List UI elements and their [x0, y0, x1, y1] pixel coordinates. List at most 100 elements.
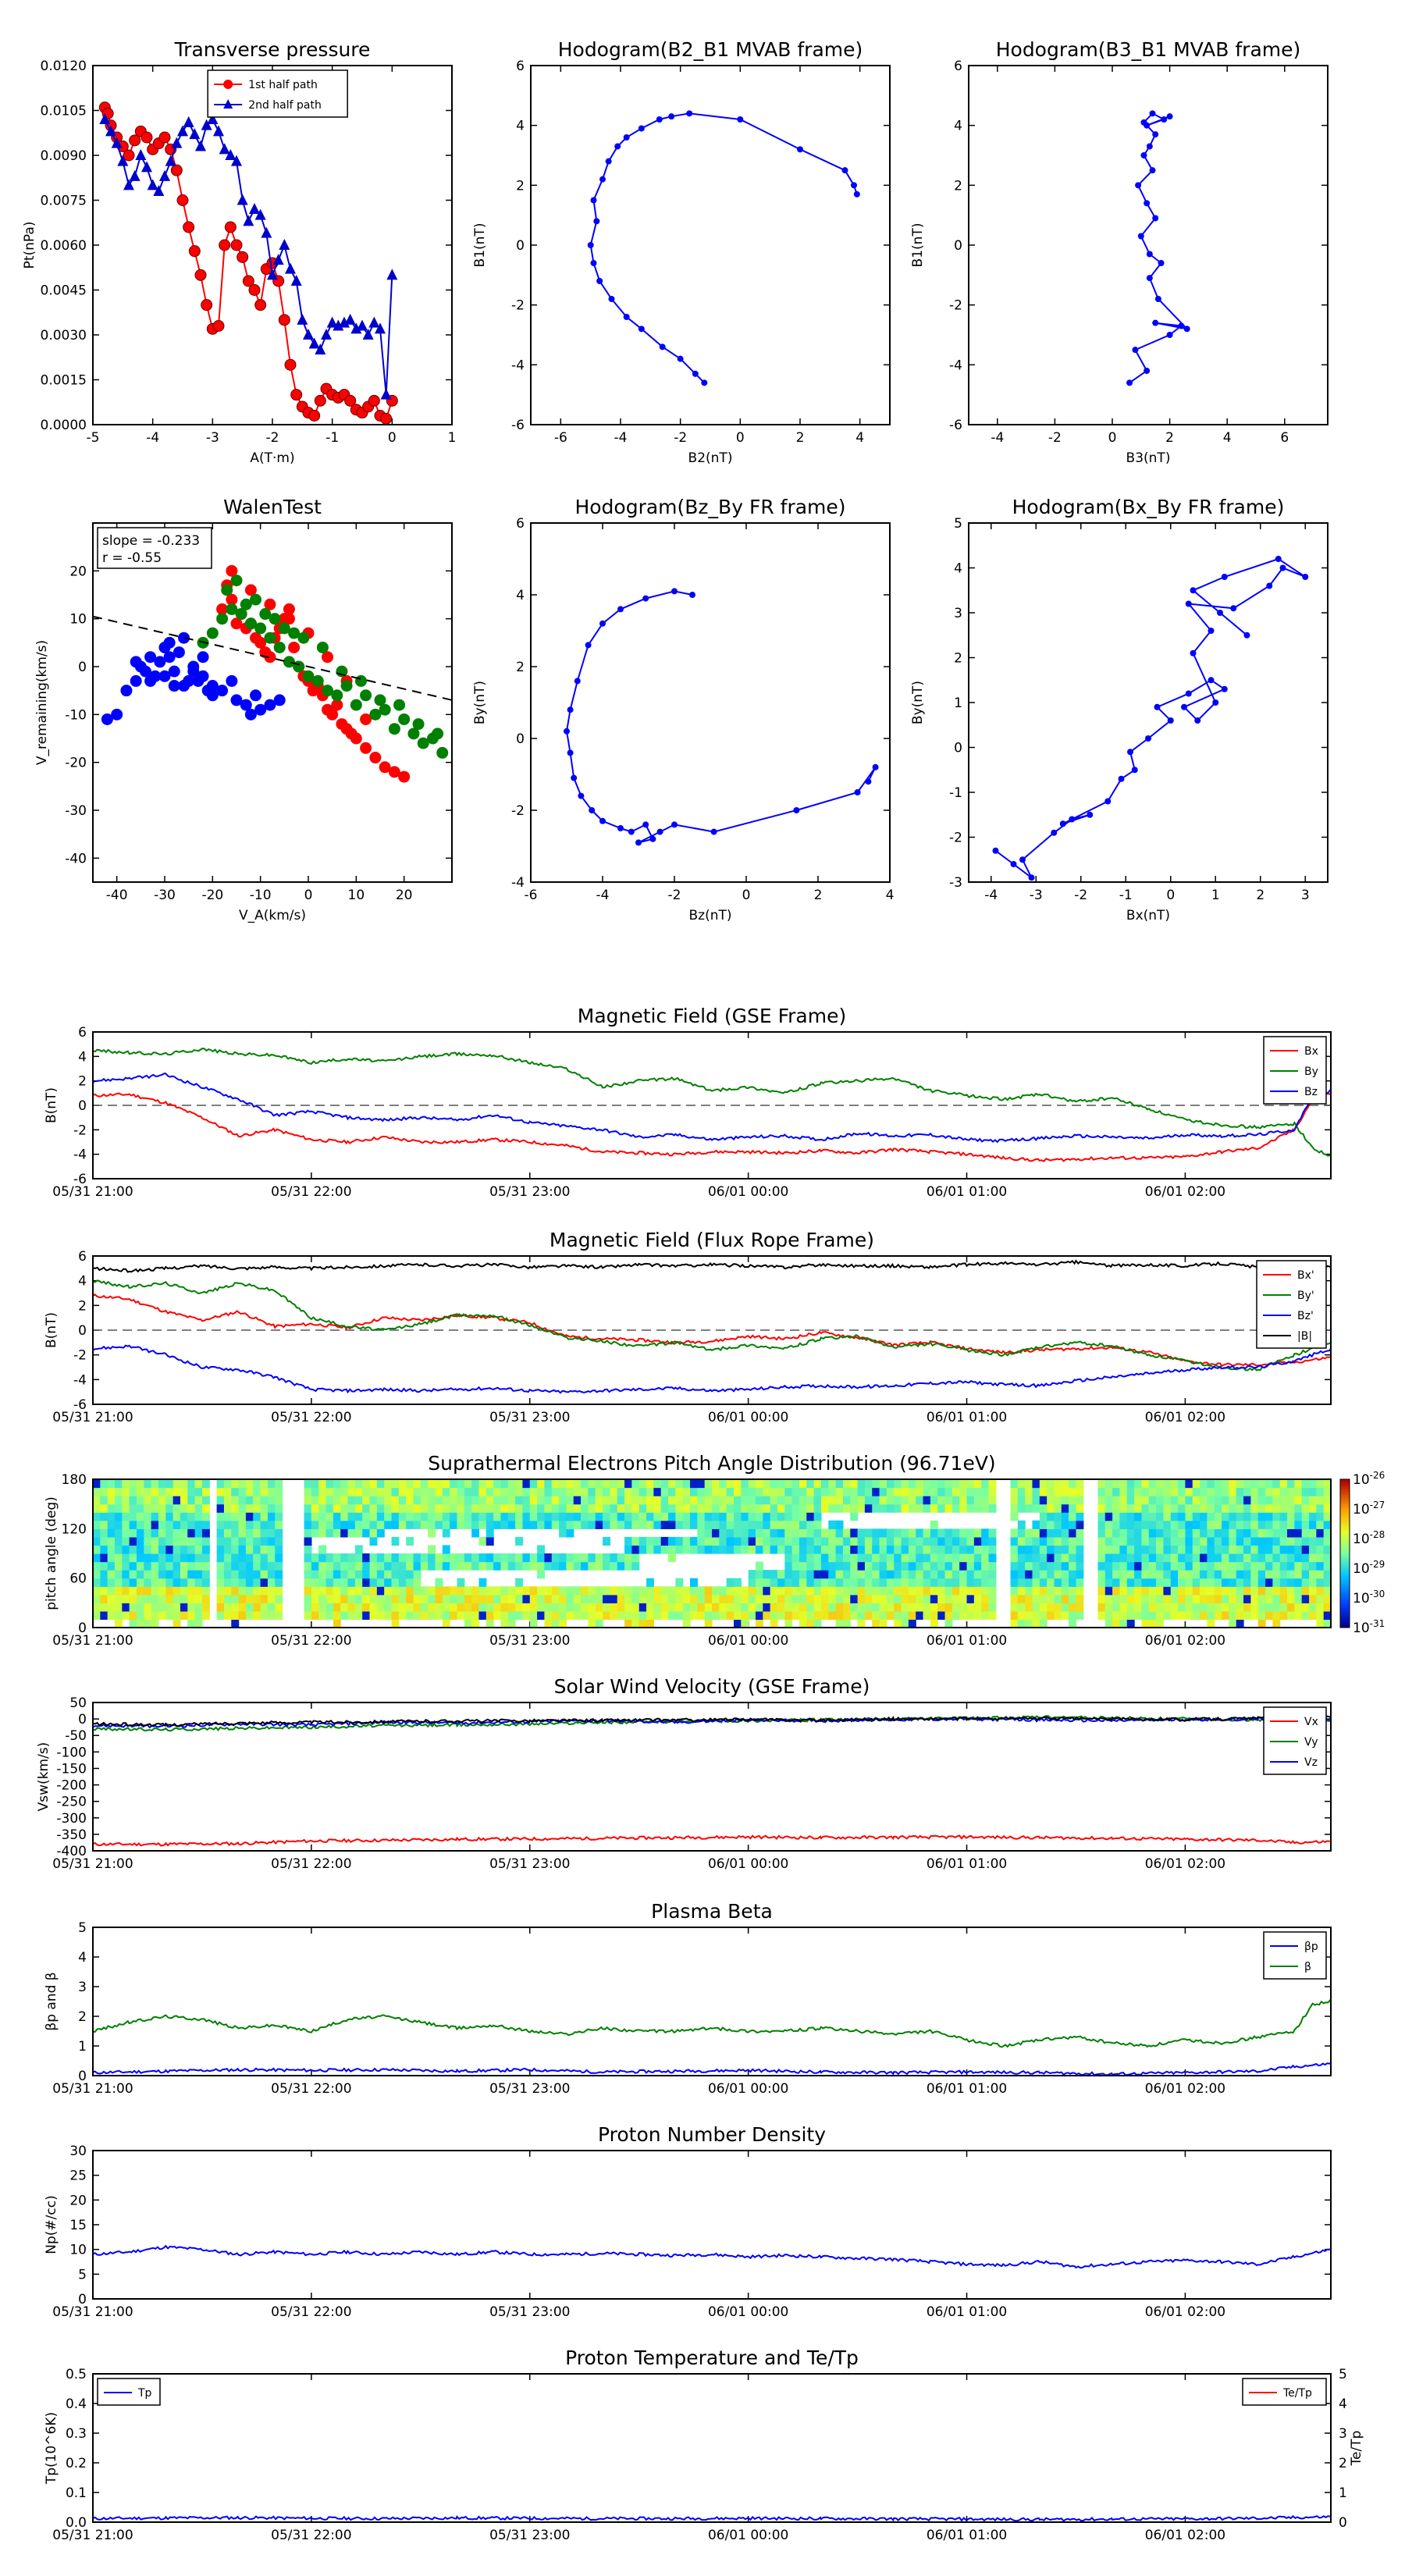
- heatmap-cell: [944, 1570, 953, 1579]
- y-tick-label: 0: [78, 1712, 87, 1727]
- heatmap-cell: [1236, 1496, 1244, 1505]
- heatmap-cell: [588, 1619, 596, 1628]
- y-tick-label: -3: [949, 875, 962, 891]
- heatmap-cell: [660, 1512, 669, 1521]
- heatmap-cell: [537, 1503, 546, 1513]
- heatmap-cell: [1148, 1479, 1157, 1489]
- heatmap-cell: [697, 1528, 706, 1538]
- heatmap-cell: [318, 1496, 327, 1505]
- heatmap-cell: [610, 1496, 618, 1505]
- heatmap-cell: [712, 1610, 720, 1621]
- heatmap-cell: [923, 1610, 931, 1621]
- heatmap-cell: [253, 1512, 261, 1521]
- heatmap-cell: [311, 1603, 319, 1612]
- heatmap-cell: [894, 1545, 902, 1554]
- heatmap-cell: [820, 1594, 829, 1603]
- series-marker: [1161, 116, 1168, 123]
- heatmap-cell: [879, 1610, 887, 1621]
- chart-title: Hodogram(Bz_By FR frame): [574, 496, 845, 518]
- heatmap-cell: [398, 1520, 407, 1529]
- heatmap-cell: [1207, 1570, 1215, 1579]
- heatmap-cell: [799, 1503, 807, 1513]
- heatmap-cell: [1134, 1603, 1143, 1612]
- heatmap-cell: [325, 1479, 334, 1489]
- heatmap-cell: [478, 1578, 487, 1587]
- heatmap-cell: [122, 1512, 130, 1521]
- heatmap-cell: [136, 1603, 144, 1612]
- heatmap-cell: [100, 1528, 108, 1538]
- heatmap-cell: [1039, 1545, 1048, 1554]
- y-tick-label: 2: [78, 1298, 87, 1314]
- heatmap-cell: [857, 1570, 866, 1579]
- series-marker: [689, 592, 695, 598]
- heatmap-cell: [1250, 1553, 1259, 1563]
- heatmap-cell: [1010, 1545, 1019, 1554]
- heatmap-cell: [988, 1586, 997, 1596]
- heatmap-cell: [551, 1520, 560, 1529]
- heatmap-cell: [486, 1610, 494, 1621]
- heatmap-cell: [1156, 1479, 1165, 1489]
- heatmap-cell: [515, 1610, 524, 1621]
- heatmap-cell: [1265, 1586, 1273, 1596]
- heatmap-cell: [478, 1594, 487, 1603]
- heatmap-cell: [122, 1553, 130, 1563]
- heatmap-cell: [1141, 1487, 1150, 1496]
- heatmap-cell: [180, 1520, 188, 1529]
- heatmap-cell: [944, 1479, 953, 1489]
- heatmap-cell: [486, 1553, 494, 1563]
- y-axis-label: B1(nT): [472, 223, 488, 268]
- heatmap-cell: [1170, 1578, 1179, 1587]
- colorbar-tick-label: 10-31: [1353, 1618, 1385, 1636]
- heatmap-cell: [973, 1528, 982, 1538]
- heatmap-cell: [216, 1512, 225, 1521]
- heatmap-cell: [260, 1603, 269, 1612]
- series-line-βp: [93, 2062, 1331, 2076]
- heatmap-cell: [755, 1503, 763, 1513]
- heatmap-cell: [107, 1528, 116, 1538]
- heatmap-cell: [879, 1553, 887, 1563]
- heatmap-cell: [748, 1496, 756, 1505]
- heatmap-cell: [1076, 1520, 1084, 1529]
- heatmap-cell: [573, 1512, 582, 1521]
- heatmap-cell: [1265, 1545, 1273, 1554]
- heatmap-cell: [216, 1487, 225, 1496]
- heatmap-cell: [551, 1619, 560, 1628]
- heatmap-cell: [638, 1619, 647, 1628]
- heatmap-cell: [347, 1570, 356, 1579]
- heatmap-cell: [603, 1553, 610, 1563]
- scatter-point: [388, 723, 400, 735]
- heatmap-cell: [129, 1520, 137, 1529]
- heatmap-cell: [1097, 1528, 1106, 1538]
- heatmap-cell: [610, 1512, 618, 1521]
- heatmap-cell: [201, 1553, 210, 1563]
- heatmap-cell: [1097, 1594, 1106, 1603]
- heatmap-cell: [733, 1594, 742, 1603]
- heatmap-cell: [842, 1479, 851, 1489]
- heatmap-cell: [1316, 1610, 1325, 1621]
- chart-title: Plasma Beta: [651, 1900, 773, 1923]
- heatmap-cell: [566, 1487, 574, 1496]
- heatmap-cell: [333, 1610, 341, 1621]
- heatmap-cell: [748, 1586, 756, 1596]
- heatmap-cell: [362, 1487, 371, 1496]
- heatmap-cell: [1250, 1487, 1259, 1496]
- heatmap-cell: [1222, 1570, 1229, 1579]
- series-marker: [608, 296, 615, 302]
- heatmap-cell: [347, 1479, 356, 1489]
- x-tick-label: -3: [206, 430, 219, 446]
- heatmap-cell: [603, 1594, 610, 1603]
- heatmap-cell: [668, 1545, 676, 1554]
- heatmap-cell: [1148, 1586, 1157, 1596]
- heatmap-cell: [937, 1578, 946, 1587]
- heatmap-cell: [180, 1479, 188, 1489]
- heatmap-cell: [646, 1512, 654, 1521]
- scatter-point: [360, 689, 372, 702]
- legend-label: Bx': [1297, 1269, 1314, 1282]
- y-tick-label: 4: [954, 561, 962, 577]
- y-tick-label: -250: [56, 1795, 87, 1810]
- heatmap-cell: [450, 1496, 458, 1505]
- heatmap-cell: [857, 1603, 866, 1612]
- x-tick-label: 06/01 02:00: [1145, 2304, 1225, 2320]
- heatmap-cell: [1236, 1578, 1244, 1587]
- heatmap-cell: [973, 1594, 982, 1603]
